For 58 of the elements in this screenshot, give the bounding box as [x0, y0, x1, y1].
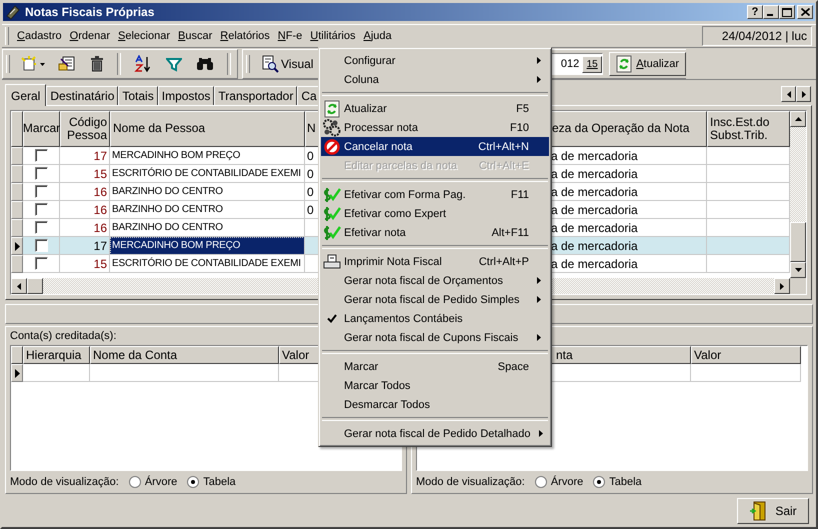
window-title: Notas Fiscais Próprias: [25, 5, 154, 19]
table-cell: 16: [60, 201, 110, 219]
radio-label[interactable]: Árvore: [550, 476, 584, 488]
table-cell: MERCADINHO BOM PREÇO: [110, 237, 305, 255]
menu-item[interactable]: Utilitários: [306, 30, 360, 42]
menu-item[interactable]: Cancelar nota Ctrl+Alt+N: [321, 137, 549, 156]
menu-item[interactable]: Lançamentos Contábeis: [321, 309, 549, 328]
pane-title: Conta(s) creditada(s):: [10, 330, 116, 342]
table-cell: MERCADINHO BOM PREÇO: [110, 147, 305, 165]
menu-item[interactable]: Gerar nota fiscal de Orçamentos: [321, 271, 549, 290]
table-cell: BARZINHO DO CENTRO: [110, 201, 305, 219]
view-mode-label: Modo de visualização:: [416, 476, 525, 488]
tab[interactable]: Destinatário: [46, 86, 118, 105]
menu-item[interactable]: Selecionar: [114, 30, 174, 42]
column-header[interactable]: Nome da Pessoa: [110, 111, 305, 147]
menu-item[interactable]: Ajuda: [359, 30, 396, 42]
menu-item[interactable]: Buscar: [174, 30, 216, 42]
menu-item[interactable]: NF-e: [274, 30, 306, 42]
menu-item[interactable]: Efetivar com Forma Pag. F11: [321, 185, 549, 204]
menu-item[interactable]: Gerar nota fiscal de Cupons Fiscais: [321, 328, 549, 347]
radio-label[interactable]: Tabela: [609, 476, 642, 488]
menu-item[interactable]: Gerar nota fiscal de Pedido Detalhado: [321, 424, 549, 443]
column-header[interactable]: Código Pessoa: [60, 111, 110, 147]
column-header[interactable]: eza da Operação da Nota: [549, 111, 707, 147]
menu-item[interactable]: Cadastro: [13, 30, 66, 42]
table-cell: 16: [60, 183, 110, 201]
tab[interactable]: Geral: [5, 84, 46, 106]
menu-item[interactable]: Ordenar: [66, 30, 114, 42]
tab[interactable]: Transportador: [214, 86, 298, 105]
tab[interactable]: Impostos: [158, 86, 214, 105]
column-header[interactable]: Hierarquia: [23, 346, 90, 364]
column-header[interactable]: Insc.Est.do Subst.Trib.: [707, 111, 790, 147]
menu-item[interactable]: Relatórios: [216, 30, 274, 42]
column-header[interactable]: Nome da Conta: [90, 346, 279, 364]
exit-button[interactable]: Sair: [737, 498, 809, 524]
menu-item[interactable]: Efetivar nota Alt+F11: [321, 223, 549, 242]
tab[interactable]: Totais: [118, 86, 158, 105]
view-button[interactable]: Visual: [254, 52, 314, 76]
table-cell: ESCRITÓRIO DE CONTABILIDADE EXEMI: [110, 165, 305, 183]
status-panel: 24/04/2012 | luc: [702, 26, 812, 46]
calendar-button[interactable]: 15: [582, 56, 602, 72]
table-cell: BARZINHO DO CENTRO: [110, 183, 305, 201]
table-cell: 17: [60, 237, 110, 255]
help-button[interactable]: ?: [747, 5, 763, 19]
menu-item[interactable]: Imprimir Nota Fiscal Ctrl+Alt+P: [321, 252, 549, 271]
menu-item[interactable]: Gerar nota fiscal de Pedido Simples: [321, 290, 549, 309]
table-cell: 15: [60, 165, 110, 183]
refresh-button[interactable]: Atualizar: [609, 52, 686, 76]
menu-item[interactable]: Atualizar F5: [321, 99, 549, 118]
menu-item[interactable]: Processar nota F10: [321, 118, 549, 137]
table-cell: 17: [60, 147, 110, 165]
table-cell: a de mercadoria: [549, 237, 707, 255]
radio-label[interactable]: Árvore: [144, 476, 178, 488]
menu-item[interactable]: Desmarcar Todos: [321, 395, 549, 414]
column-header[interactable]: Valor: [691, 346, 801, 364]
radio-label[interactable]: Tabela: [203, 476, 236, 488]
view-mode-label: Modo de visualização:: [10, 476, 119, 488]
menu-item[interactable]: Marcar Todos: [321, 376, 549, 395]
